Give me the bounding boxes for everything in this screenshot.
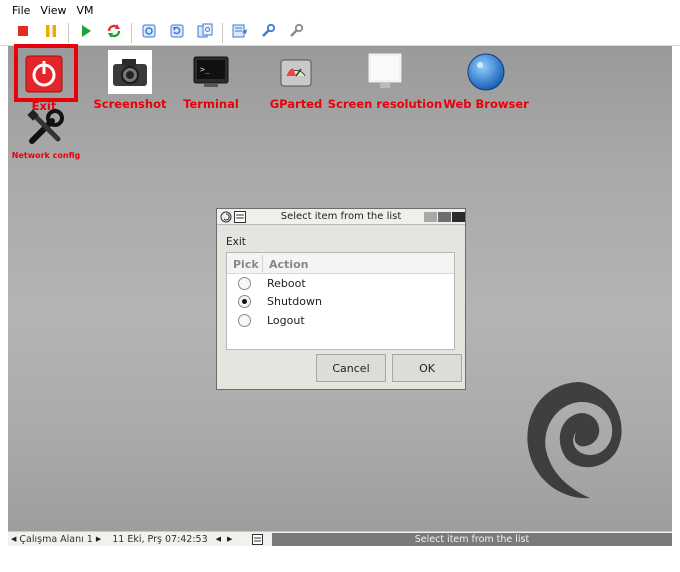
ok-button[interactable]: OK	[392, 354, 462, 382]
camera-icon	[108, 50, 152, 94]
desktop-icon-screenshot[interactable]: Screenshot	[92, 50, 168, 111]
action-label: Logout	[267, 313, 305, 327]
next-workspace-arrow-icon[interactable]: ▶	[96, 535, 101, 543]
desktop-icon-gparted[interactable]: GParted	[262, 50, 330, 111]
menu-bar: File View VM	[0, 0, 680, 20]
menu-view[interactable]: View	[40, 4, 66, 17]
desktop-icon-label: Terminal	[183, 97, 239, 111]
tools-button[interactable]	[285, 22, 307, 44]
select-item-dialog: Select item from the list Exit Pick Acti…	[216, 208, 466, 390]
exit-icon-highlight	[14, 44, 78, 102]
radio-logout[interactable]	[238, 313, 251, 327]
menu-vm[interactable]: VM	[77, 4, 94, 17]
play-button[interactable]	[75, 22, 97, 44]
taskbar-window-title: Select item from the list	[414, 534, 530, 545]
desktop-icon-label: Network config	[11, 151, 81, 160]
stop-icon	[17, 25, 29, 40]
column-action[interactable]: Action	[269, 258, 308, 271]
pause-icon	[45, 24, 57, 41]
pause-button[interactable]	[40, 22, 62, 44]
desktop-icon-network-config[interactable]: Network config	[12, 106, 80, 160]
column-divider	[262, 255, 263, 272]
taskbar: ◀ Çalışma Alanı 1 ▶ 11 Eki, Prş 07:42:53…	[8, 531, 672, 546]
workspace-name[interactable]: Çalışma Alanı 1	[19, 534, 92, 545]
globe-icon	[464, 50, 508, 94]
tools-icon	[288, 23, 304, 42]
action-label: Reboot	[267, 276, 306, 290]
cancel-button[interactable]: Cancel	[316, 354, 386, 382]
dialog-prompt: Exit	[226, 236, 246, 248]
action-list: Pick Action Reboot Shutdown Logout	[226, 252, 455, 350]
snapshot-manager-icon	[197, 23, 213, 42]
radio-reboot[interactable]	[238, 276, 251, 290]
action-label: Shutdown	[267, 295, 322, 309]
desktop-icon-terminal[interactable]: >_ Terminal	[176, 50, 246, 111]
toolbar-separator	[222, 22, 223, 43]
vm-frame-bottom	[0, 546, 680, 572]
toolbar-separator	[131, 22, 132, 43]
revert-icon	[169, 23, 185, 42]
snapshot-icon	[141, 23, 157, 42]
desktop-icon-label: Screen resolution	[327, 97, 443, 111]
stop-button[interactable]	[12, 22, 34, 44]
settings-icon	[260, 23, 276, 42]
dialog-titlebar[interactable]: Select item from the list	[217, 209, 465, 225]
snapshot-button[interactable]	[138, 22, 160, 44]
desktop-icon-label: Web Browser	[443, 97, 529, 111]
desktop-icon-screen-resolution[interactable]: Screen resolution	[327, 50, 443, 111]
desktop-icon-label: GParted	[269, 97, 323, 111]
list-header: Pick Action	[227, 253, 454, 274]
keyboard-icon	[232, 23, 248, 42]
send-keys-button[interactable]	[229, 22, 251, 44]
taskbar-active-window[interactable]: Select item from the list	[272, 533, 672, 546]
list-item-logout[interactable]: Logout	[227, 311, 454, 330]
debian-swirl-logo	[527, 382, 622, 499]
revert-snapshot-button[interactable]	[166, 22, 188, 44]
column-pick[interactable]: Pick	[233, 258, 259, 271]
restart-button[interactable]	[103, 22, 125, 44]
minimize-button[interactable]	[424, 212, 437, 222]
close-button[interactable]	[452, 212, 465, 222]
manage-snapshots-button[interactable]	[194, 22, 216, 44]
play-icon	[80, 24, 92, 41]
list-item-reboot[interactable]: Reboot	[227, 274, 454, 293]
svg-text:>_: >_	[200, 65, 210, 74]
disk-icon	[274, 50, 318, 94]
desktop-icon-web-browser[interactable]: Web Browser	[443, 50, 529, 111]
prev-window-arrow-icon[interactable]: ◀	[216, 535, 221, 543]
radio-shutdown[interactable]	[238, 295, 251, 309]
toolbar	[0, 20, 680, 46]
refresh-icon	[106, 23, 122, 42]
prev-workspace-arrow-icon[interactable]: ◀	[11, 535, 16, 543]
vm-frame-right	[672, 46, 680, 546]
terminal-icon: >_	[189, 50, 233, 94]
clock: 11 Eki, Prş 07:42:53	[112, 533, 208, 545]
list-item-shutdown[interactable]: Shutdown	[227, 293, 454, 312]
settings-button[interactable]	[257, 22, 279, 44]
monitor-icon	[363, 50, 407, 94]
menu-file[interactable]: File	[12, 4, 30, 17]
desktop-icon-label: Screenshot	[93, 97, 167, 111]
wrench-icon	[24, 106, 68, 150]
toolbar-separator	[68, 22, 69, 43]
next-window-arrow-icon[interactable]: ▶	[227, 535, 232, 543]
vm-frame-left	[0, 46, 8, 546]
maximize-button[interactable]	[438, 212, 451, 222]
